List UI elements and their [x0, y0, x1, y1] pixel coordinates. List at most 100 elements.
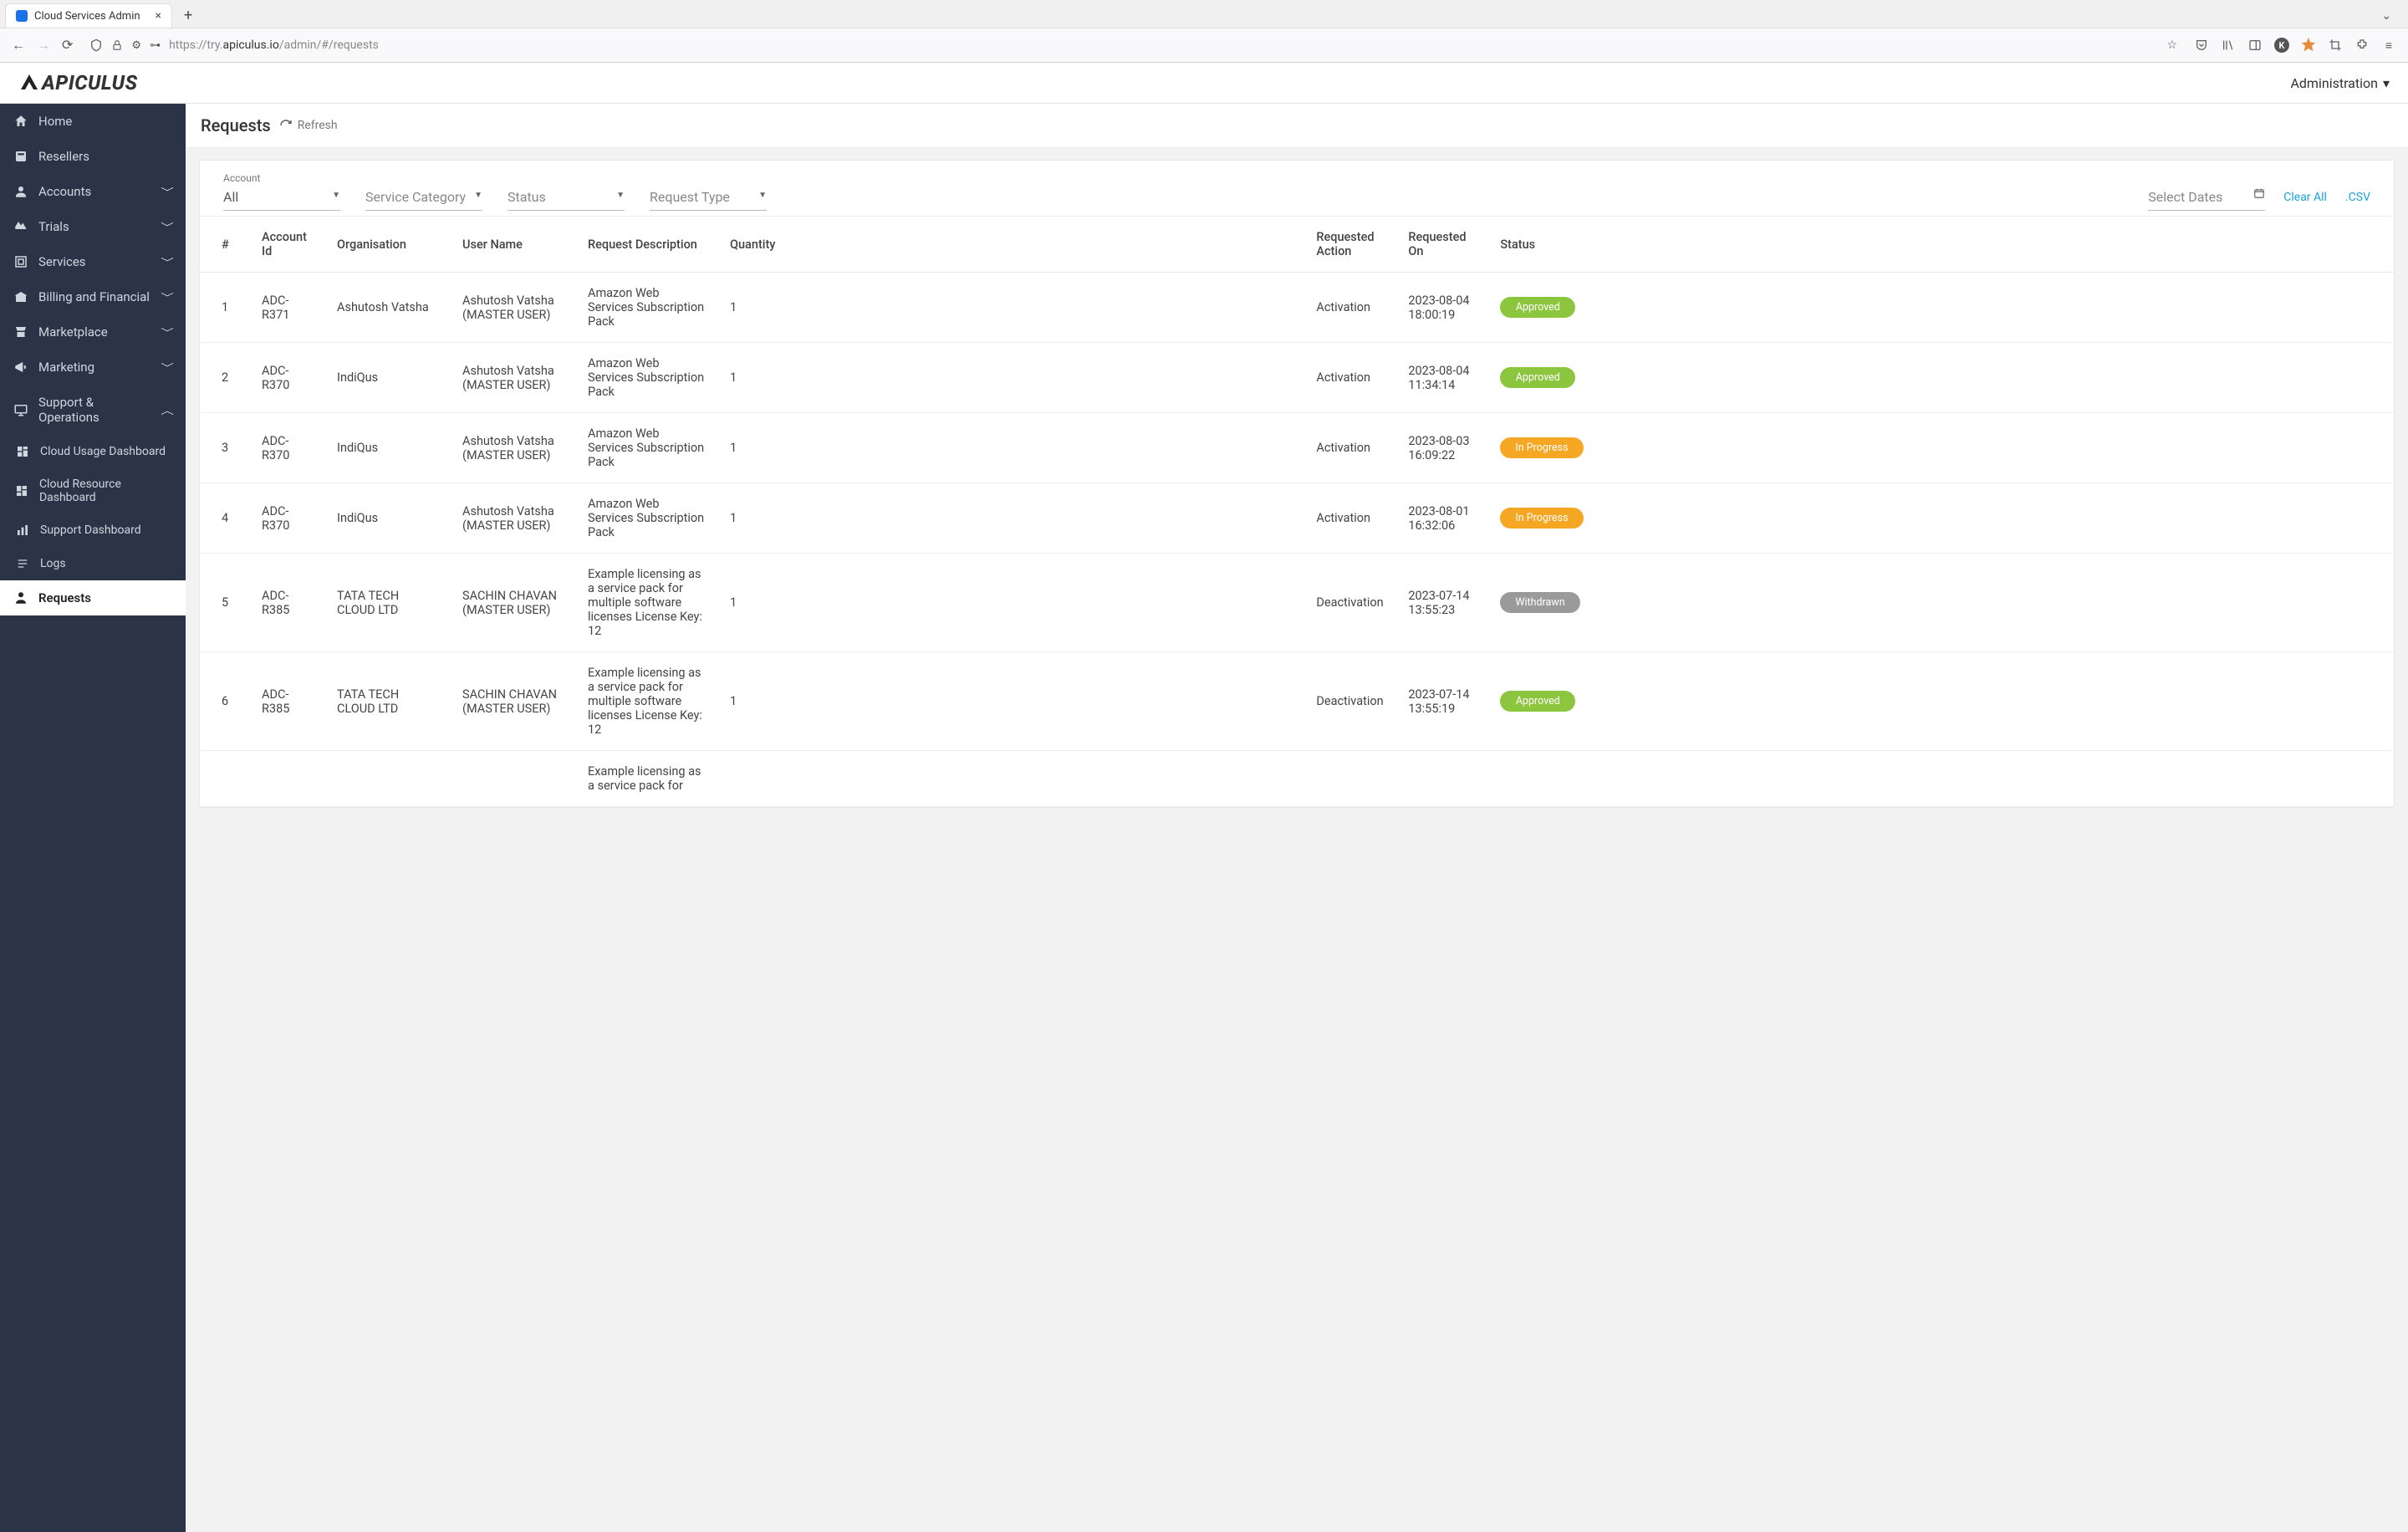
chevron-down-icon: ﹀: [161, 255, 174, 269]
sidebar-toggle-icon[interactable]: [2247, 38, 2263, 53]
chevron-down-icon: ﹀: [161, 185, 174, 199]
calendar-icon: [2253, 187, 2265, 199]
request-type-filter[interactable]: Request Type▼: [650, 186, 767, 211]
sidebar-subitem-logs[interactable]: Logs: [0, 547, 186, 580]
cloud-usage-dashboard-icon: [15, 444, 30, 459]
chevron-up-icon: ︿: [161, 403, 174, 417]
column-organisation[interactable]: Organisation: [325, 217, 451, 273]
logo[interactable]: APICULUS: [18, 71, 138, 94]
sidebar-item-resellers[interactable]: Resellers: [0, 139, 186, 174]
sidebar-item-label: Marketplace: [38, 324, 108, 340]
cell-qty: 1: [718, 483, 1304, 554]
sidebar-item-marketplace[interactable]: Marketplace﹀: [0, 314, 186, 350]
column-quantity[interactable]: Quantity: [718, 217, 1304, 273]
sidebar-item-label: Support & Operations: [38, 395, 152, 425]
back-button[interactable]: ←: [12, 37, 25, 54]
browser-chrome: Cloud Services Admin × + ⌄ ← → ⟳ ⚙ ⊶ ht: [0, 0, 2408, 63]
table-row[interactable]: 5ADC-R385TATA TECH CLOUD LTDSACHIN CHAVA…: [200, 554, 2394, 652]
status-badge: In Progress: [1500, 508, 1583, 529]
cell-desc: Example licensing as a service pack for …: [576, 554, 718, 652]
cell-status: Withdrawn: [1488, 554, 2394, 652]
account-filter-label: Account: [223, 172, 340, 184]
cell-num: 2: [200, 343, 250, 413]
cell-num: 1: [200, 273, 250, 343]
column-status[interactable]: Status: [1488, 217, 2394, 273]
tab-strip: Cloud Services Admin × + ⌄: [0, 0, 2408, 28]
cell-requested-on: 2023-08-04 11:34:14: [1396, 343, 1488, 413]
metamask-icon[interactable]: [2301, 38, 2316, 53]
account-filter[interactable]: Account All▼: [223, 172, 340, 211]
tune-icon[interactable]: ⚙: [131, 39, 141, 52]
cell-account: ADC-R385: [250, 652, 325, 751]
table-row[interactable]: 6ADC-R385TATA TECH CLOUD LTDSACHIN CHAVA…: [200, 652, 2394, 751]
reload-button[interactable]: ⟳: [62, 37, 73, 54]
extensions-icon[interactable]: [2354, 38, 2370, 53]
cell-org: IndiQus: [325, 483, 451, 554]
page-title: Requests: [201, 115, 271, 135]
sidebar-item-services[interactable]: Services﹀: [0, 244, 186, 279]
cell-action: Deactivation: [1304, 652, 1396, 751]
lock-icon[interactable]: [111, 39, 123, 51]
sidebar-item-requests[interactable]: Requests: [0, 580, 186, 615]
cell-status: Approved: [1488, 273, 2394, 343]
sidebar-item-label: Logs: [40, 557, 66, 570]
cell-desc: Amazon Web Services Subscription Pack: [576, 483, 718, 554]
sidebar-item-label: Cloud Resource Dashboard: [39, 477, 172, 504]
services-icon: [13, 254, 28, 269]
cell-action: Activation: [1304, 413, 1396, 483]
column-user-name[interactable]: User Name: [451, 217, 576, 273]
sidebar-item-trials[interactable]: Trials﹀: [0, 209, 186, 244]
chevron-down-icon: ﹀: [161, 290, 174, 304]
cell-desc: Amazon Web Services Subscription Pack: [576, 273, 718, 343]
column-requested-action[interactable]: Requested Action: [1304, 217, 1396, 273]
library-icon[interactable]: [2221, 38, 2236, 53]
cell-action: Deactivation: [1304, 554, 1396, 652]
sidebar-item-accounts[interactable]: Accounts ﹀: [0, 174, 186, 209]
cell-user: Ashutosh Vatsha (MASTER USER): [451, 413, 576, 483]
close-tab-icon[interactable]: ×: [156, 9, 161, 23]
sidebar-subitem-support-dashboard[interactable]: Support Dashboard: [0, 513, 186, 547]
sidebar-item-support-operations[interactable]: Support & Operations ︿: [0, 385, 186, 435]
column--[interactable]: #: [200, 217, 250, 273]
app-menu-icon[interactable]: ≡: [2381, 38, 2396, 53]
status-filter[interactable]: Status▼: [508, 186, 625, 211]
export-csv-button[interactable]: .CSV: [2345, 191, 2370, 204]
administration-menu[interactable]: Administration ▾: [2290, 75, 2390, 91]
browser-tab[interactable]: Cloud Services Admin ×: [5, 3, 172, 28]
new-tab-button[interactable]: +: [177, 7, 199, 24]
table-row[interactable]: Example licensing as a service pack for: [200, 751, 2394, 807]
bookmark-star-icon[interactable]: ☆: [2166, 38, 2177, 52]
cell-qty: 1: [718, 343, 1304, 413]
pocket-icon[interactable]: [2194, 38, 2209, 53]
crop-icon[interactable]: [2328, 38, 2343, 53]
key-icon[interactable]: ⊶: [150, 39, 161, 52]
refresh-button[interactable]: Refresh: [279, 119, 338, 132]
marketing-icon: [13, 360, 28, 375]
table-row[interactable]: 2ADC-R370IndiQusAshutosh Vatsha (MASTER …: [200, 343, 2394, 413]
sidebar-item-billing-and-financial[interactable]: Billing and Financial﹀: [0, 279, 186, 314]
cloud-resource-dashboard-icon: [15, 483, 29, 498]
tabs-dropdown-icon[interactable]: ⌄: [2381, 9, 2403, 23]
shield-icon[interactable]: [89, 38, 103, 52]
favicon-icon: [16, 10, 28, 22]
address-bar[interactable]: ⚙ ⊶ https://try.apiculus.io/admin/#/requ…: [84, 35, 2182, 55]
table-row[interactable]: 1ADC-R371Ashutosh VatshaAshutosh Vatsha …: [200, 273, 2394, 343]
sidebar-subitem-cloud-resource-dashboard[interactable]: Cloud Resource Dashboard: [0, 468, 186, 513]
table-row[interactable]: 3ADC-R370IndiQusAshutosh Vatsha (MASTER …: [200, 413, 2394, 483]
cell-action: Activation: [1304, 343, 1396, 413]
sidebar-item-marketing[interactable]: Marketing﹀: [0, 350, 186, 385]
sidebar-subitem-cloud-usage-dashboard[interactable]: Cloud Usage Dashboard: [0, 435, 186, 468]
status-badge: Approved: [1500, 297, 1575, 318]
cell-account: ADC-R370: [250, 343, 325, 413]
table-row[interactable]: 4ADC-R370IndiQusAshutosh Vatsha (MASTER …: [200, 483, 2394, 554]
sidebar-item-home[interactable]: Home: [0, 104, 186, 139]
sidebar-item-label: Accounts: [38, 184, 91, 199]
clear-all-button[interactable]: Clear All: [2283, 191, 2327, 204]
date-filter[interactable]: Select Dates: [2148, 184, 2265, 211]
cell-org: IndiQus: [325, 413, 451, 483]
service-category-filter[interactable]: Service Category▼: [365, 186, 482, 211]
column-account-id[interactable]: Account Id: [250, 217, 325, 273]
column-requested-on[interactable]: Requested On: [1396, 217, 1488, 273]
account-icon[interactable]: K: [2274, 38, 2289, 53]
column-request-description[interactable]: Request Description: [576, 217, 718, 273]
